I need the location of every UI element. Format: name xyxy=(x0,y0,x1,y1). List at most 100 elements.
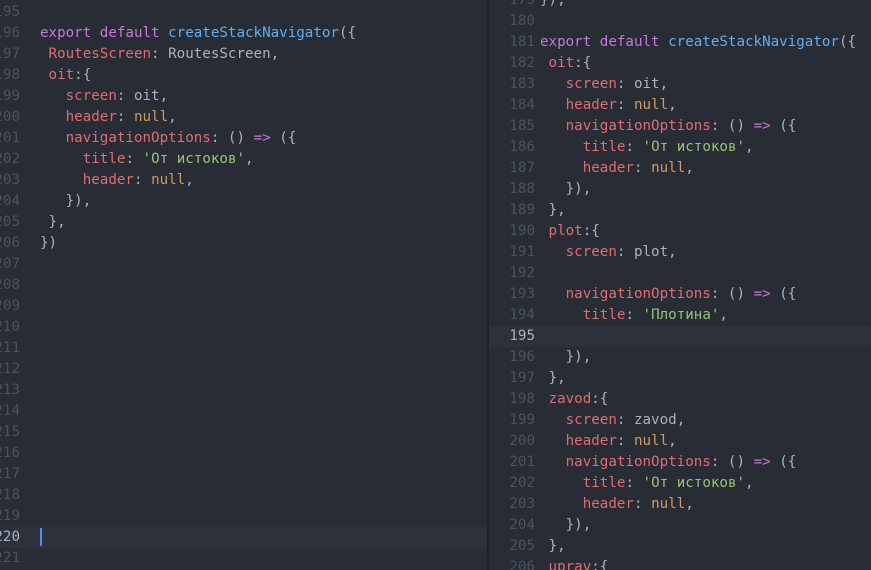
token-plain: }), xyxy=(540,349,592,365)
token-plain: }), xyxy=(540,181,592,197)
line-code: zavod:{ xyxy=(540,389,609,410)
code-line[interactable]: 190 plot:{ xyxy=(489,221,871,242)
code-line[interactable]: 204 }), xyxy=(489,515,871,536)
code-line[interactable]: 214 xyxy=(0,401,487,422)
code-line[interactable]: 197 }, xyxy=(489,368,871,389)
code-line[interactable]: 201 navigationOptions: () => ({ xyxy=(489,452,871,473)
code-line[interactable]: 202 title: 'От истоков', xyxy=(0,149,487,170)
code-line[interactable]: 206 uprav:{ xyxy=(489,557,871,570)
token-property: navigationOptions xyxy=(65,130,211,146)
token-property: screen xyxy=(565,412,617,428)
code-line[interactable]: 196 }), xyxy=(489,347,871,368)
code-line[interactable]: 193 navigationOptions: () => ({ xyxy=(489,284,871,305)
token-property: navigationOptions xyxy=(565,118,711,134)
code-line[interactable]: 200 header: null, xyxy=(0,107,487,128)
code-line[interactable]: 206}) xyxy=(0,233,487,254)
code-line[interactable]: 203 header: null, xyxy=(489,494,871,515)
token-plain: , xyxy=(685,496,694,512)
token-operator: => xyxy=(253,130,271,146)
line-number: 208 xyxy=(0,277,20,293)
token-keyword: default xyxy=(599,34,660,50)
code-line[interactable]: 198 zavod:{ xyxy=(489,389,871,410)
code-line[interactable]: 218 xyxy=(0,485,487,506)
code-line[interactable]: 187 header: null, xyxy=(489,158,871,179)
code-line[interactable]: 184 header: null, xyxy=(489,95,871,116)
line-number: 185 xyxy=(509,118,535,134)
code-line[interactable]: 194 title: 'Плотина', xyxy=(489,305,871,326)
code-line[interactable]: 201 navigationOptions: () => ({ xyxy=(0,128,487,149)
token-property: title xyxy=(582,307,626,323)
current-code-line[interactable]: 195 xyxy=(489,326,871,347)
code-line[interactable]: 189 }, xyxy=(489,200,871,221)
code-line[interactable]: 182 oit:{ xyxy=(489,53,871,74)
current-code-line[interactable]: 220 xyxy=(0,527,487,548)
left-editor-pane[interactable]: 195 196 export default createStackNavigato… xyxy=(0,0,487,570)
code-line[interactable]: 186 title: 'От истоков', xyxy=(489,137,871,158)
token-property: screen xyxy=(565,244,617,260)
code-line[interactable]: 205 }, xyxy=(0,212,487,233)
code-line[interactable]: 219 xyxy=(0,506,487,527)
code-line[interactable]: 210 xyxy=(0,317,487,338)
line-code: }) xyxy=(40,233,57,254)
token-identifier: plot xyxy=(633,244,669,260)
line-number: 203 xyxy=(509,496,535,512)
code-line[interactable]: 205 }, xyxy=(489,536,871,557)
code-line[interactable]: 185 navigationOptions: () => ({ xyxy=(489,116,871,137)
code-line[interactable]: 199 screen: zavod, xyxy=(489,410,871,431)
token-keyword: export xyxy=(40,25,92,41)
code-line[interactable]: 209 xyxy=(0,296,487,317)
code-line[interactable]: 197 RoutesScreen: RoutesScreen, xyxy=(0,44,487,65)
token-null: null xyxy=(633,433,669,449)
token-plain: : xyxy=(616,412,634,428)
code-line[interactable]: 203 header: null, xyxy=(0,170,487,191)
code-line[interactable]: 195 xyxy=(0,2,487,23)
token-null: null xyxy=(651,496,686,512)
code-line[interactable]: 208 xyxy=(0,275,487,296)
token-property: title xyxy=(82,151,126,167)
code-line[interactable]: 200 header: null, xyxy=(489,431,871,452)
line-number: 184 xyxy=(509,97,535,113)
token-string: 'От истоков' xyxy=(142,151,246,167)
token-plain: , xyxy=(245,151,254,167)
code-line[interactable]: 207 xyxy=(0,254,487,275)
code-line[interactable]: 217 xyxy=(0,464,487,485)
code-line[interactable]: 183 screen: oit, xyxy=(489,74,871,95)
code-line[interactable]: 196 export default createStackNavigator({ xyxy=(0,23,487,44)
code-line[interactable]: 198 oit:{ xyxy=(0,65,487,86)
line-code: title: 'От истоков', xyxy=(540,137,754,158)
line-number: 192 xyxy=(509,265,535,281)
token-plain: , xyxy=(668,433,677,449)
code-line[interactable]: 212 xyxy=(0,359,487,380)
right-editor-pane[interactable]: 179}); 180 181 export default createStackNa… xyxy=(489,0,871,570)
code-line[interactable]: 216 xyxy=(0,443,487,464)
token-null: null xyxy=(133,109,169,125)
code-line[interactable]: 180 xyxy=(489,11,871,32)
line-number: 200 xyxy=(0,109,20,125)
line-code: }, xyxy=(40,212,66,233)
line-number: 205 xyxy=(509,538,535,554)
code-line[interactable]: 181 export default createStackNavigator({ xyxy=(489,32,871,53)
token-plain: : xyxy=(633,496,652,512)
code-line[interactable]: 199 screen: oit, xyxy=(0,86,487,107)
code-line[interactable]: 215 xyxy=(0,422,487,443)
line-number: 206 xyxy=(509,559,535,570)
token-property: header xyxy=(65,109,117,125)
code-line[interactable]: 221 xyxy=(0,548,487,569)
code-line[interactable]: 191 screen: plot, xyxy=(489,242,871,263)
line-number: 189 xyxy=(509,202,535,218)
code-line[interactable]: 188 }), xyxy=(489,179,871,200)
code-line[interactable]: 211 xyxy=(0,338,487,359)
code-line[interactable]: 213 xyxy=(0,380,487,401)
line-code: }), xyxy=(540,347,592,368)
token-plain: ({ xyxy=(270,130,297,146)
code-line[interactable]: 179}); xyxy=(489,0,871,11)
code-line[interactable]: 204 }), xyxy=(0,191,487,212)
code-line[interactable]: 192 xyxy=(489,263,871,284)
code-line[interactable]: 202 title: 'От истоков', xyxy=(489,473,871,494)
